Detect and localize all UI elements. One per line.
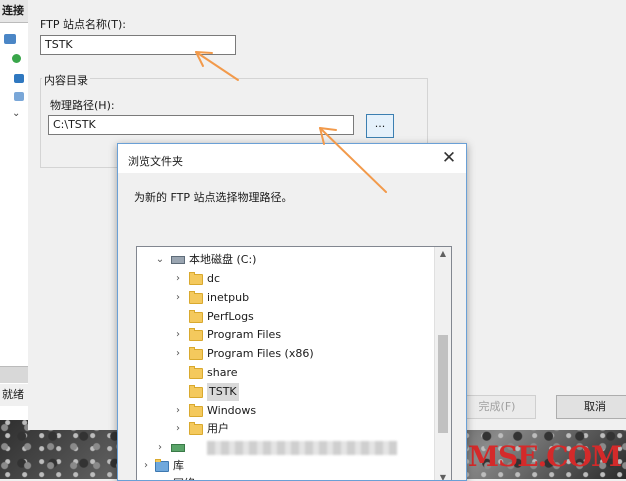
folder-icon xyxy=(189,290,203,304)
physical-path-input[interactable]: C:\TSTK xyxy=(48,115,354,135)
dialog-description: 为新的 FTP 站点选择物理路径。 xyxy=(134,191,293,204)
horizontal-scrollbar[interactable] xyxy=(0,366,28,383)
tree-item-label: dc xyxy=(207,272,221,285)
chevron-right-icon[interactable]: › xyxy=(155,439,165,457)
tree-item-folder[interactable]: share xyxy=(137,364,435,382)
tree-item-label: 用户 xyxy=(207,422,229,436)
tree-item-network[interactable]: › 网络 xyxy=(137,475,435,480)
folder-icon xyxy=(189,272,203,285)
dialog-body: 为新的 FTP 站点选择物理路径。 ⌄ 本地磁盘 (C:) › dc › inetpu… xyxy=(118,173,466,480)
physical-path-label: 物理路径(H): xyxy=(50,99,115,112)
chevron-right-icon[interactable]: › xyxy=(173,270,183,288)
tree-item-folder[interactable]: PerfLogs xyxy=(137,308,435,326)
chevron-down-icon[interactable]: ⌄ xyxy=(12,108,20,119)
site-icon[interactable] xyxy=(14,74,24,83)
server-icon[interactable] xyxy=(4,34,16,44)
tree-item-folder[interactable]: › Windows xyxy=(137,402,435,420)
browse-folder-dialog: 浏览文件夹 ✕ 为新的 FTP 站点选择物理路径。 ⌄ 本地磁盘 (C:) › d… xyxy=(117,143,467,481)
tree-item-label: PerfLogs xyxy=(207,309,254,323)
drive-icon xyxy=(171,444,185,452)
tree-item-drive[interactable]: ⌄ 本地磁盘 (C:) xyxy=(137,251,435,269)
library-icon xyxy=(155,459,169,472)
chevron-right-icon[interactable]: › xyxy=(141,457,151,475)
chevron-right-icon[interactable]: › xyxy=(173,345,183,363)
folder-icon xyxy=(189,347,203,361)
site-icon[interactable] xyxy=(14,92,24,101)
scroll-up-icon[interactable]: ▲ xyxy=(435,249,451,258)
redacted-item xyxy=(207,441,397,455)
scrollbar-thumb[interactable] xyxy=(438,335,448,433)
dialog-title: 浏览文件夹 xyxy=(128,155,183,168)
chevron-right-icon[interactable]: › xyxy=(173,289,183,307)
connections-panel: 连接 ⌄ 就绪 xyxy=(0,0,30,420)
tree-item-folder[interactable]: TSTK xyxy=(137,382,435,401)
status-text: 就绪 xyxy=(0,384,30,406)
site-name-input[interactable]: TSTK xyxy=(40,35,236,55)
tree-item-folder[interactable]: › 用户 xyxy=(137,420,435,438)
chevron-right-icon[interactable]: › xyxy=(173,402,183,420)
browse-button[interactable]: ... xyxy=(366,114,394,138)
close-icon[interactable]: ✕ xyxy=(438,147,460,169)
finish-button[interactable]: 完成(F) xyxy=(458,395,536,419)
watermark-logo: MSE.COM xyxy=(468,440,622,473)
chevron-right-icon[interactable]: › xyxy=(173,420,183,438)
drive-icon xyxy=(171,256,185,264)
tree-item-label: inetpub xyxy=(207,290,250,304)
tree-item-label: 库 xyxy=(173,459,184,472)
chevron-down-icon[interactable]: ⌄ xyxy=(155,251,165,269)
folder-icon xyxy=(189,328,203,342)
folder-icon xyxy=(189,422,203,436)
chevron-right-icon[interactable]: › xyxy=(173,326,183,344)
folder-tree[interactable]: ⌄ 本地磁盘 (C:) › dc › inetpub PerfLogs › Program … xyxy=(136,246,452,480)
tree-item-folder[interactable]: › Program Files xyxy=(137,326,435,344)
folder-icon xyxy=(189,366,203,379)
folder-icon xyxy=(189,403,203,417)
tree-item-label: Windows xyxy=(207,403,257,417)
vertical-scrollbar[interactable]: ▲ ▼ xyxy=(434,247,451,480)
tree-item-label: TSTK xyxy=(207,382,239,401)
tree-item-label: Program Files (x86) xyxy=(207,347,314,361)
tree-item-hidden[interactable]: › xyxy=(137,439,435,457)
tree-item-folder[interactable]: › dc xyxy=(137,270,435,288)
tree-item-label: 网络 xyxy=(173,475,195,480)
tree-item-label: 本地磁盘 (C:) xyxy=(189,253,257,266)
folder-icon xyxy=(189,309,203,323)
connections-tab[interactable]: 连接 xyxy=(0,0,28,23)
globe-icon[interactable] xyxy=(12,54,21,63)
tree-item-folder[interactable]: › Program Files (x86) xyxy=(137,345,435,363)
content-directory-label: 内容目录 xyxy=(42,72,90,88)
site-name-label: FTP 站点名称(T): xyxy=(40,18,126,31)
tree-item-label: Program Files xyxy=(207,328,282,342)
chevron-right-icon[interactable]: › xyxy=(141,475,151,480)
cancel-button[interactable]: 取消 xyxy=(556,395,626,419)
folder-icon xyxy=(189,384,203,398)
tree-item-label: share xyxy=(207,366,238,379)
tree-item-library[interactable]: › 库 xyxy=(137,457,435,475)
scroll-down-icon[interactable]: ▼ xyxy=(435,473,451,480)
tree-item-folder[interactable]: › inetpub xyxy=(137,289,435,307)
